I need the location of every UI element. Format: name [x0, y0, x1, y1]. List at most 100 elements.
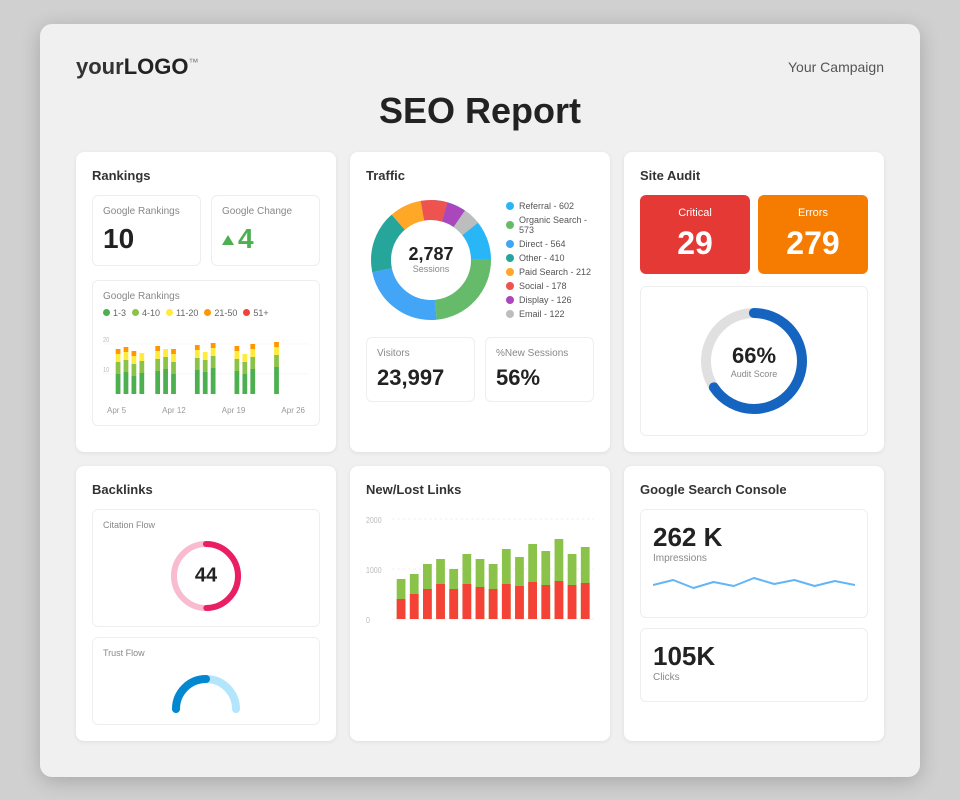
rankings-metrics: Google Rankings 10 Google Change 4	[92, 195, 320, 266]
label-organic: Organic Search - 573	[519, 215, 594, 235]
audit-score-center: 66% Audit Score	[731, 343, 778, 379]
svg-text:10: 10	[103, 366, 110, 374]
traffic-title: Traffic	[366, 168, 594, 183]
trust-gauge	[166, 664, 246, 714]
header: yourLOGO™ Your Campaign	[76, 54, 884, 80]
rankings-legend: 1-3 4-10 11-20 21-50	[103, 308, 309, 318]
audit-score-box: 66% Audit Score	[640, 286, 868, 436]
newlost-chart: 2000 1000 0	[366, 509, 594, 629]
clicks-label: Clicks	[653, 672, 855, 683]
legend-organic: Organic Search - 573	[506, 215, 594, 235]
dot-direct	[506, 240, 514, 248]
label-other: Other - 410	[519, 253, 565, 263]
trust-flow-box: Trust Flow	[92, 637, 320, 725]
label-display: Display - 126	[519, 295, 572, 305]
traffic-inner: 2,787 Sessions Referral - 602 Organic Se…	[366, 195, 594, 325]
trust-label: Trust Flow	[103, 648, 309, 658]
donut-center: 2,787 Sessions	[408, 245, 453, 275]
google-rankings-box: Google Rankings 10	[92, 195, 201, 266]
new-sessions-metric: %New Sessions 56%	[485, 337, 594, 402]
rankings-chart-label: Google Rankings	[103, 291, 309, 302]
legend-item-4-10: 4-10	[132, 308, 160, 318]
google-change-value: 4	[222, 223, 309, 255]
sessions-value: 2,787	[408, 245, 453, 265]
citation-gauge: 44	[166, 536, 246, 616]
backlinks-title: Backlinks	[92, 482, 320, 497]
page-title: SEO Report	[76, 90, 884, 132]
svg-text:20: 20	[103, 336, 110, 344]
visitors-label: Visitors	[377, 348, 464, 359]
legend-dot-11-20	[166, 309, 173, 316]
trust-gauge-svg	[166, 664, 246, 714]
gsc-title: Google Search Console	[640, 482, 868, 497]
new-sessions-value: 56%	[496, 365, 583, 391]
legend-dot-51plus	[243, 309, 250, 316]
google-change-box: Google Change 4	[211, 195, 320, 266]
svg-text:1000: 1000	[366, 565, 382, 575]
rankings-card: Rankings Google Rankings 10 Google Chang…	[76, 152, 336, 452]
dot-email	[506, 310, 514, 318]
audit-score-container: 66% Audit Score	[694, 301, 814, 421]
label-referral: Referral - 602	[519, 201, 574, 211]
legend-label-11-20: 11-20	[176, 308, 198, 318]
dot-paid	[506, 268, 514, 276]
new-sessions-label: %New Sessions	[496, 348, 583, 359]
legend-label-4-10: 4-10	[142, 308, 160, 318]
impressions-value: 262 K	[653, 522, 855, 553]
dot-referral	[506, 202, 514, 210]
newlost-chart-svg: 2000 1000 0	[366, 509, 594, 629]
logo-tm: ™	[188, 57, 198, 68]
dot-organic	[506, 221, 514, 229]
dashboard-grid: Rankings Google Rankings 10 Google Chang…	[76, 152, 884, 741]
audit-score-lbl: Audit Score	[731, 369, 778, 379]
x-label-apr19: Apr 19	[222, 406, 246, 415]
legend-dot-1-3	[103, 309, 110, 316]
logo: yourLOGO™	[76, 54, 198, 80]
audit-critical-badge: Critical 29	[640, 195, 750, 274]
audit-badges: Critical 29 Errors 279	[640, 195, 868, 274]
logo-bold: LOGO	[124, 54, 189, 79]
google-rankings-label: Google Rankings	[103, 206, 190, 217]
traffic-legend: Referral - 602 Organic Search - 573 Dire…	[506, 195, 594, 325]
legend-dot-21-50	[204, 309, 211, 316]
svg-text:0: 0	[366, 615, 370, 625]
x-label-apr26: Apr 26	[281, 406, 305, 415]
legend-label-1-3: 1-3	[113, 308, 126, 318]
newlost-title: New/Lost Links	[366, 482, 594, 497]
citation-flow-box: Citation Flow 44	[92, 509, 320, 627]
legend-direct: Direct - 564	[506, 239, 594, 249]
rankings-bar-chart: 20 10	[103, 324, 309, 404]
legend-social: Social - 178	[506, 281, 594, 291]
newlost-card: New/Lost Links 2000 1000 0	[350, 466, 610, 741]
rankings-chart-box: Google Rankings 1-3 4-10 11-20	[92, 280, 320, 426]
impressions-wave-svg	[653, 570, 855, 600]
legend-label-21-50: 21-50	[214, 308, 237, 318]
audit-score-pct: 66%	[731, 343, 778, 369]
critical-value: 29	[650, 225, 740, 262]
impressions-metric: 262 K Impressions	[640, 509, 868, 618]
traffic-metrics: Visitors 23,997 %New Sessions 56%	[366, 337, 594, 402]
legend-item-1-3: 1-3	[103, 308, 126, 318]
label-social: Social - 178	[519, 281, 567, 291]
label-email: Email - 122	[519, 309, 565, 319]
impressions-label: Impressions	[653, 553, 855, 564]
rankings-title: Rankings	[92, 168, 320, 183]
legend-other: Other - 410	[506, 253, 594, 263]
legend-email: Email - 122	[506, 309, 594, 319]
svg-text:2000: 2000	[366, 515, 382, 525]
clicks-value: 105K	[653, 641, 855, 672]
label-paid: Paid Search - 212	[519, 267, 591, 277]
google-rankings-value: 10	[103, 223, 190, 255]
campaign-label: Your Campaign	[788, 59, 884, 75]
legend-label-51plus: 51+	[253, 308, 268, 318]
dot-display	[506, 296, 514, 304]
audit-errors-badge: Errors 279	[758, 195, 868, 274]
traffic-card: Traffic	[350, 152, 610, 452]
errors-label: Errors	[768, 207, 858, 219]
page-container: yourLOGO™ Your Campaign SEO Report Ranki…	[40, 24, 920, 777]
visitors-metric: Visitors 23,997	[366, 337, 475, 402]
citation-label: Citation Flow	[103, 520, 309, 530]
audit-card: Site Audit Critical 29 Errors 279	[624, 152, 884, 452]
dot-social	[506, 282, 514, 290]
rankings-chart-svg: 20 10	[103, 324, 309, 404]
